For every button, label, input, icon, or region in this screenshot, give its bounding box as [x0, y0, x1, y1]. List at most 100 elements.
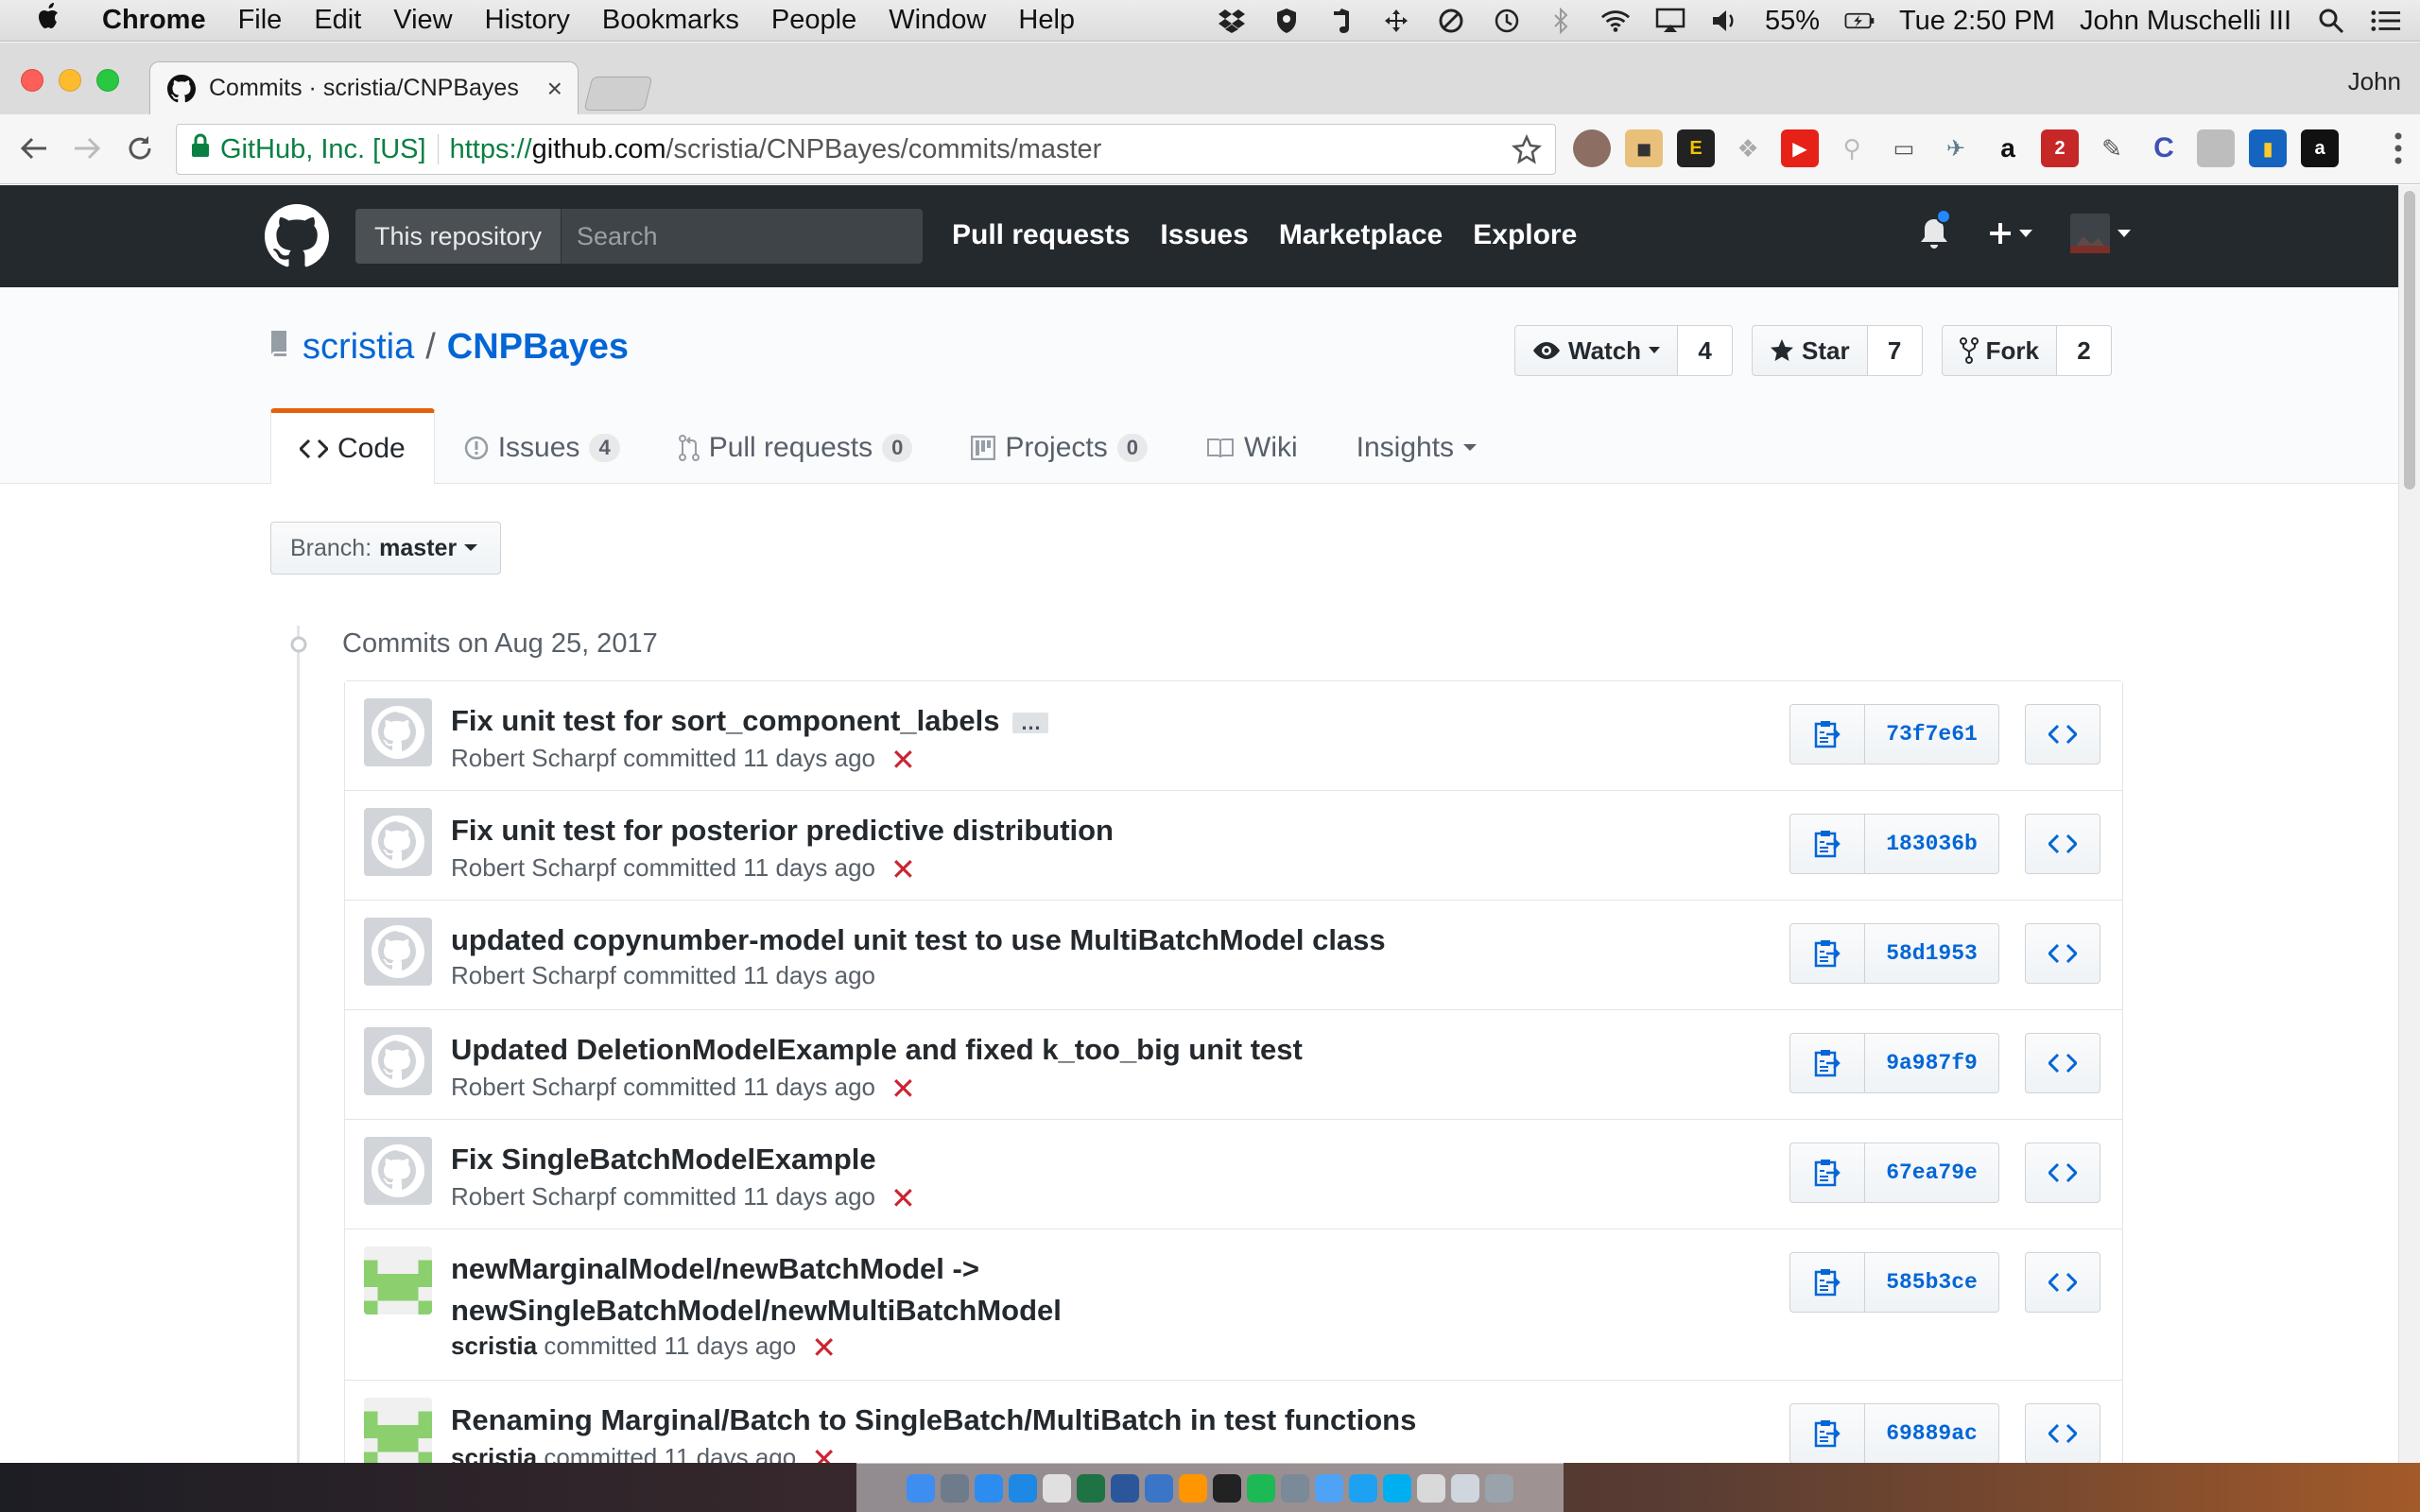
window-zoom-button[interactable]	[96, 69, 119, 92]
window-minimize-button[interactable]	[59, 69, 81, 92]
scrollbar-thumb[interactable]	[2404, 191, 2415, 490]
chrome-menu-icon[interactable]	[2394, 131, 2403, 170]
dock-app-icon[interactable]	[907, 1473, 935, 1503]
browse-repo-at-commit-button[interactable]	[2025, 704, 2100, 765]
dock-app-icon[interactable]	[1383, 1473, 1411, 1503]
search-scope-label[interactable]: This repository	[355, 209, 562, 264]
user-avatar-menu[interactable]	[2070, 214, 2131, 253]
dock-app-icon[interactable]	[1111, 1473, 1139, 1503]
search-input[interactable]	[562, 209, 923, 264]
commit-message-link[interactable]: Updated DeletionModelExample and fixed k…	[451, 1029, 1585, 1071]
copy-sha-button[interactable]	[1789, 923, 1865, 984]
commit-message-link[interactable]: updated copynumber-model unit test to us…	[451, 919, 1585, 961]
extension-c-icon[interactable]: C	[2145, 129, 2183, 167]
nav-issues[interactable]: Issues	[1160, 219, 1248, 251]
commit-message-link[interactable]: Fix unit test for posterior predictive d…	[451, 810, 1585, 851]
build-failed-icon[interactable]: ✕	[890, 852, 916, 886]
page-scrollbar[interactable]	[2398, 185, 2420, 1463]
back-icon[interactable]	[13, 128, 55, 169]
address-bar[interactable]: GitHub, Inc. [US] https://github.com/scr…	[176, 124, 1556, 175]
lock-icon[interactable]	[190, 132, 211, 166]
commit-sha-link[interactable]: 9a987f9	[1865, 1033, 1999, 1093]
avatar[interactable]	[364, 808, 432, 876]
avatar[interactable]	[364, 1246, 432, 1314]
commit-author[interactable]: Robert Scharpf	[451, 961, 616, 989]
extension-evernote-icon[interactable]: E	[1677, 129, 1715, 167]
build-failed-icon[interactable]: ✕	[890, 1181, 916, 1215]
url-text[interactable]: https://github.com/scristia/CNPBayes/com…	[450, 134, 1102, 165]
build-failed-icon[interactable]: ✕	[890, 743, 916, 777]
copy-sha-button[interactable]	[1789, 704, 1865, 765]
avatar[interactable]	[364, 1398, 432, 1463]
shield-icon[interactable]	[1271, 6, 1302, 36]
extension-amazon-icon[interactable]: a	[1989, 129, 2027, 167]
commit-message-link[interactable]: newMarginalModel/newBatchModel -> newSin…	[451, 1248, 1585, 1332]
menu-help[interactable]: Help	[1018, 5, 1075, 36]
extension-youtube-icon[interactable]: ▶	[1781, 129, 1819, 167]
spotlight-search-icon[interactable]	[2316, 6, 2346, 36]
menu-edit[interactable]: Edit	[314, 5, 361, 36]
evernote-icon[interactable]	[1326, 6, 1357, 36]
commit-sha-link[interactable]: 58d1953	[1865, 923, 1999, 984]
menu-file[interactable]: File	[238, 5, 283, 36]
dock-app-icon[interactable]	[1009, 1473, 1037, 1503]
extension-cast-icon[interactable]: ▭	[1885, 129, 1923, 167]
repo-name-link[interactable]: CNPBayes	[447, 327, 629, 368]
nav-explore[interactable]: Explore	[1473, 219, 1577, 251]
notification-center-icon[interactable]	[2371, 6, 2401, 36]
tab-code[interactable]: Code	[270, 408, 435, 485]
dock-app-icon[interactable]	[1247, 1473, 1275, 1503]
move-icon[interactable]	[1381, 6, 1411, 36]
star-count[interactable]: 7	[1867, 325, 1923, 376]
copy-sha-button[interactable]	[1789, 1403, 1865, 1463]
copy-sha-button[interactable]	[1789, 1033, 1865, 1093]
new-tab-button[interactable]	[583, 77, 653, 111]
tab-close-icon[interactable]: ×	[547, 74, 562, 104]
tab-pull-requests[interactable]: Pull requests 0	[649, 408, 942, 484]
apple-menu-icon[interactable]	[36, 2, 74, 40]
browse-repo-at-commit-button[interactable]	[2025, 1403, 2100, 1463]
menu-window[interactable]: Window	[889, 5, 986, 36]
airplay-icon[interactable]	[1655, 6, 1685, 36]
menubar-clock[interactable]: Tue 2:50 PM	[1899, 6, 2055, 37]
avatar[interactable]	[364, 918, 432, 986]
extension-gray-icon[interactable]	[2197, 129, 2235, 167]
tab-wiki[interactable]: Wiki	[1177, 408, 1327, 484]
extension-tools-icon[interactable]: ✎	[2093, 129, 2131, 167]
commit-author[interactable]: Robert Scharpf	[451, 853, 616, 882]
expand-description-button[interactable]: …	[1012, 712, 1049, 733]
fork-button[interactable]: Fork	[1941, 325, 2057, 376]
window-close-button[interactable]	[21, 69, 43, 92]
do-not-disturb-icon[interactable]	[1436, 6, 1466, 36]
browse-repo-at-commit-button[interactable]	[2025, 1033, 2100, 1093]
menu-view[interactable]: View	[393, 5, 452, 36]
dock-app-icon[interactable]	[1145, 1473, 1173, 1503]
commit-sha-link[interactable]: 585b3ce	[1865, 1252, 1999, 1313]
dock-app-icon[interactable]	[941, 1473, 969, 1503]
dock-app-icon[interactable]	[1179, 1473, 1207, 1503]
tab-issues[interactable]: Issues 4	[435, 408, 649, 484]
wifi-icon[interactable]	[1600, 6, 1631, 36]
extension-honey-icon[interactable]: ◼	[1625, 129, 1663, 167]
time-machine-icon[interactable]	[1491, 6, 1521, 36]
extension-satellite-icon[interactable]: ✈	[1937, 129, 1975, 167]
dropbox-icon[interactable]	[1217, 6, 1247, 36]
copy-sha-button[interactable]	[1789, 1143, 1865, 1203]
commit-author[interactable]: scristia	[451, 1332, 537, 1360]
build-failed-icon[interactable]: ✕	[811, 1331, 837, 1365]
menu-bookmarks[interactable]: Bookmarks	[602, 5, 739, 36]
notifications-bell-icon[interactable]	[1919, 209, 1951, 250]
menu-history[interactable]: History	[485, 5, 570, 36]
commit-sha-link[interactable]: 67ea79e	[1865, 1143, 1999, 1203]
create-new-icon[interactable]	[1987, 220, 2032, 247]
watch-count[interactable]: 4	[1678, 325, 1734, 376]
commit-message-link[interactable]: Renaming Marginal/Batch to SingleBatch/M…	[451, 1400, 1585, 1441]
commit-sha-link[interactable]: 183036b	[1865, 814, 1999, 874]
app-menu-chrome[interactable]: Chrome	[102, 5, 206, 36]
bluetooth-icon[interactable]	[1546, 6, 1576, 36]
github-logo-icon[interactable]	[265, 204, 329, 268]
volume-icon[interactable]	[1710, 6, 1740, 36]
nav-marketplace[interactable]: Marketplace	[1279, 219, 1443, 251]
browse-repo-at-commit-button[interactable]	[2025, 1252, 2100, 1313]
browser-tab[interactable]: Commits · scristia/CNPBayes ×	[149, 61, 579, 114]
